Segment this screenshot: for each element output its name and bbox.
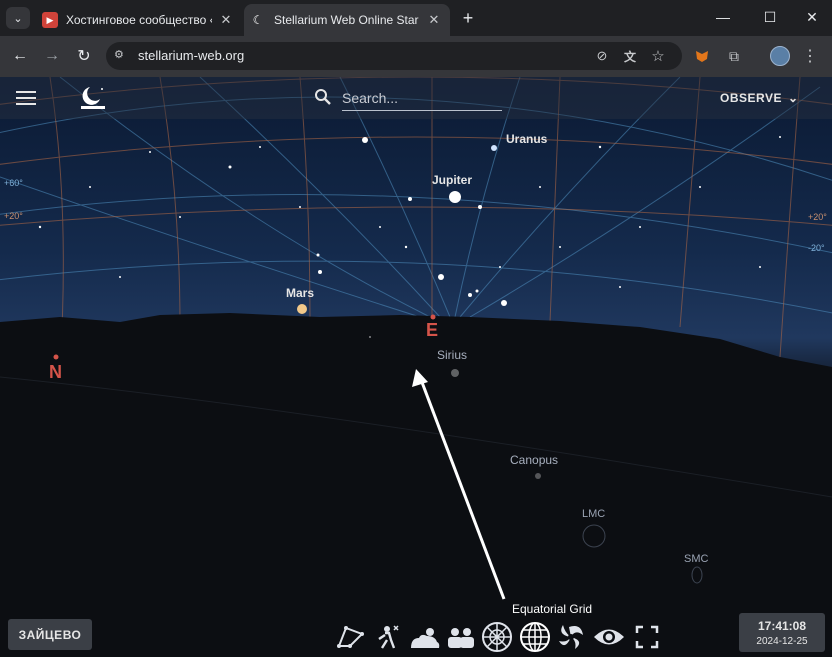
menu-kebab-icon[interactable]: ⋮ xyxy=(798,44,822,68)
moon-icon: ☾ xyxy=(252,13,264,27)
jupiter-label[interactable]: Jupiter xyxy=(432,173,472,187)
dso-galaxy-icon[interactable] xyxy=(554,620,588,654)
sirius-label[interactable]: Sirius xyxy=(437,348,467,362)
grid-label: -20° xyxy=(808,243,825,253)
tracking-protection-icon[interactable]: ⊘ xyxy=(590,44,614,68)
tab-search-chevron-icon[interactable]: ⌄ xyxy=(6,7,30,29)
tab-hosting-community[interactable]: ▶ Хостинговое сообщество «Tim ✕ xyxy=(36,4,242,36)
search-input[interactable] xyxy=(340,87,504,109)
stellarium-logo-icon xyxy=(78,84,108,112)
bookmark-star-icon[interactable]: ☆ xyxy=(646,44,670,68)
metamask-fox-icon[interactable] xyxy=(690,44,714,68)
observe-button[interactable]: OBSERVE ⌄ xyxy=(710,85,809,111)
search-underline xyxy=(342,110,502,111)
grid-label: +60° xyxy=(4,178,23,188)
mars-marker[interactable] xyxy=(297,304,307,314)
hamburger-menu-icon[interactable] xyxy=(16,89,36,105)
site-settings-icon[interactable]: ⚙ xyxy=(114,48,130,64)
maximize-icon[interactable]: ☐ xyxy=(757,6,783,28)
nebulae-grid-icon[interactable] xyxy=(480,620,514,654)
profile-avatar[interactable] xyxy=(768,44,792,68)
date-time-panel[interactable]: 17:41:08 2024-12-25 xyxy=(739,613,825,652)
smc-label[interactable]: SMC xyxy=(684,553,708,565)
grid-label: +20° xyxy=(4,211,23,221)
tab-title: Stellarium Web Online Star Map xyxy=(274,13,420,27)
red-play-icon: ▶ xyxy=(42,12,58,28)
new-tab-plus-icon[interactable]: + xyxy=(458,8,478,28)
north-cardinal: N xyxy=(49,362,62,382)
minimize-icon[interactable]: — xyxy=(710,6,736,28)
time-text: 17:41:08 xyxy=(757,618,807,633)
sky-view[interactable] xyxy=(0,77,832,657)
uranus-marker[interactable] xyxy=(491,145,497,151)
extensions-puzzle-icon[interactable]: ⧉ xyxy=(722,44,746,68)
close-icon[interactable]: ✕ xyxy=(218,12,234,28)
close-window-icon[interactable]: ✕ xyxy=(799,6,825,28)
equatorial-grid-icon[interactable] xyxy=(518,620,552,654)
sky-canvas xyxy=(0,77,832,657)
chevron-down-icon: ⌄ xyxy=(787,91,799,105)
fullscreen-icon[interactable] xyxy=(630,620,664,654)
uranus-label[interactable]: Uranus xyxy=(506,132,547,146)
landscape-ground xyxy=(0,313,832,657)
lmc-label[interactable]: LMC xyxy=(582,508,605,520)
grid-label: +20° xyxy=(808,212,827,222)
date-text: 2024-12-25 xyxy=(756,635,808,647)
close-icon[interactable]: ✕ xyxy=(426,12,442,28)
reload-icon[interactable]: ↻ xyxy=(72,44,96,68)
landscape-icon[interactable] xyxy=(408,620,442,654)
forward-arrow-icon[interactable]: → xyxy=(40,44,64,68)
constellations-icon[interactable] xyxy=(334,620,368,654)
azimuthal-grid-icon[interactable] xyxy=(444,620,478,654)
observe-label: OBSERVE xyxy=(720,91,782,105)
atmosphere-icon[interactable] xyxy=(370,620,404,654)
eye-icon[interactable] xyxy=(592,620,626,654)
search-icon xyxy=(314,88,332,106)
translate-icon[interactable]: 文 xyxy=(618,44,642,68)
east-cardinal: E xyxy=(426,320,439,340)
back-arrow-icon[interactable]: ← xyxy=(8,44,32,68)
tooltip-text: Equatorial Grid xyxy=(512,602,593,616)
tab-title: Хостинговое сообщество «Tim xyxy=(66,13,212,27)
canopus-label[interactable]: Canopus xyxy=(510,453,558,467)
mars-label[interactable]: Mars xyxy=(286,286,314,300)
url-text: stellarium-web.org xyxy=(138,48,245,63)
tab-stellarium[interactable]: ☾ Stellarium Web Online Star Map ✕ xyxy=(244,4,450,36)
location-button[interactable]: ЗАЙЦЕВО xyxy=(8,619,92,650)
